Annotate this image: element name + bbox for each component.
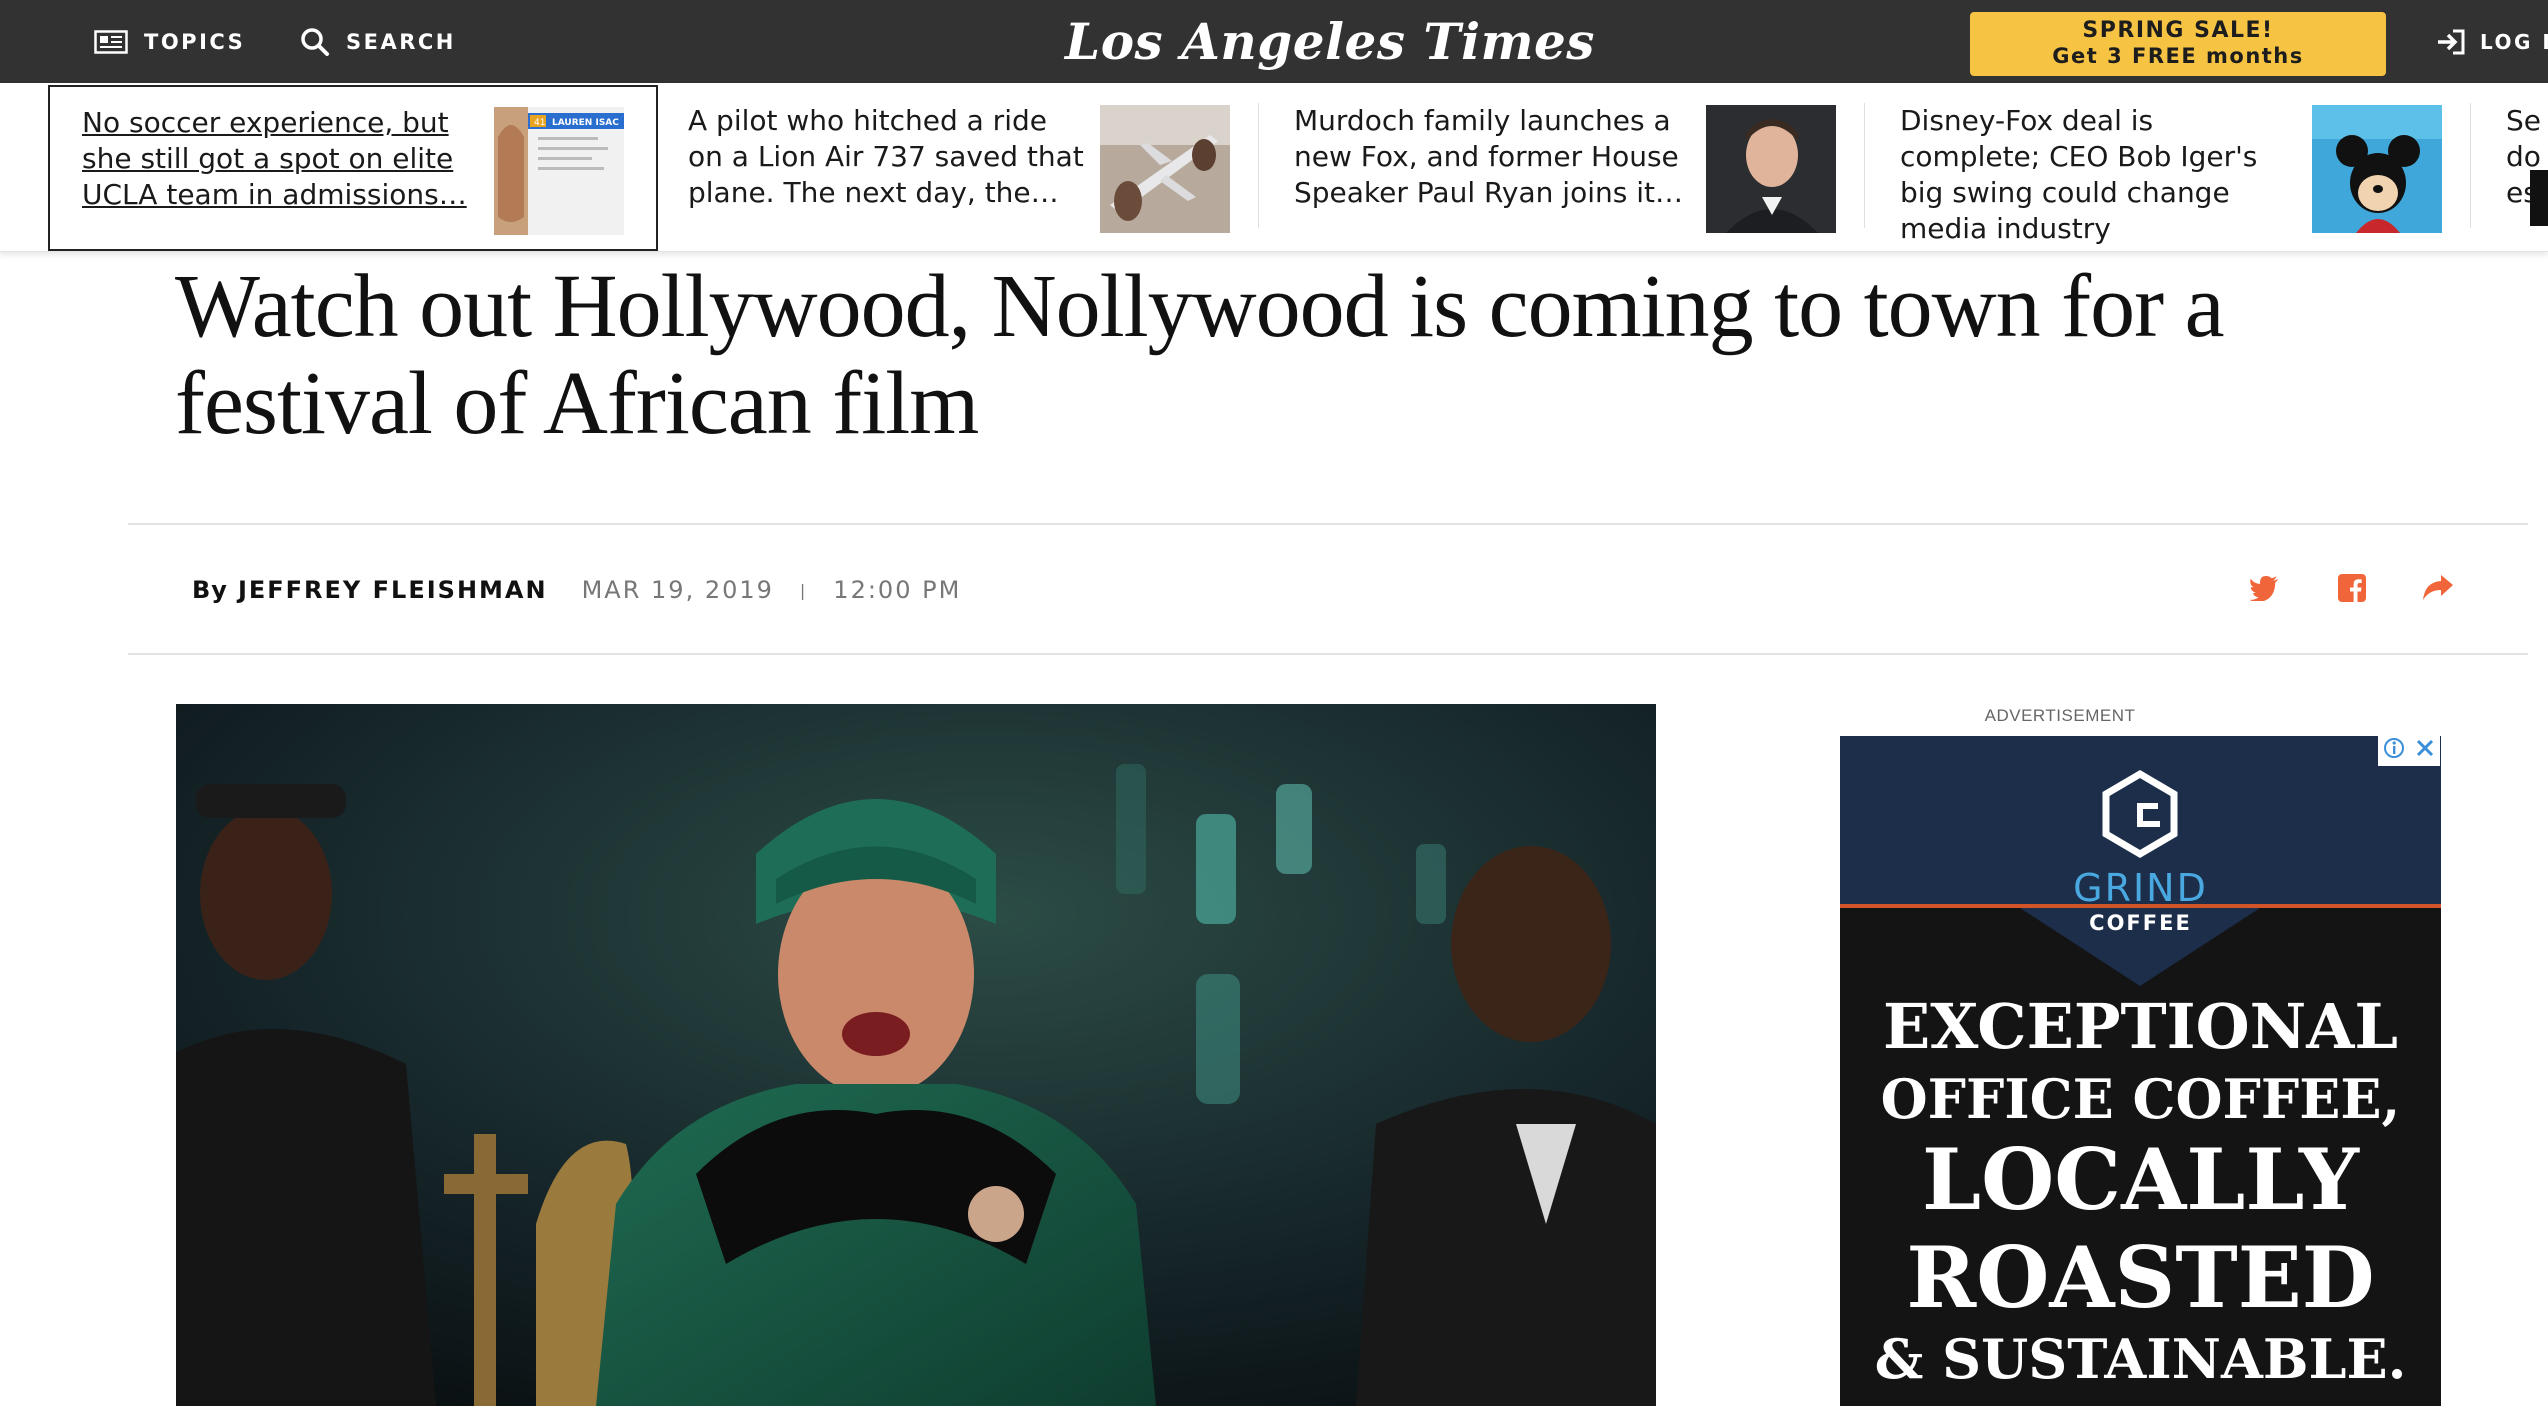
spring-sale-button[interactable]: SPRING SALE! Get 3 FREE months [1970,12,2386,76]
ad-brand-subtitle: COFFEE [2089,911,2192,935]
strip-item-text: A pilot who hitched a ride on a Lion Air… [688,104,1084,209]
close-icon[interactable] [2415,738,2435,764]
coffee-advertisement[interactable]: GRIND COFFEE EXCEPTIONAL OFFICE COFFEE, … [1840,736,2441,1406]
ad-line: ROASTED [1906,1228,2375,1327]
byline: By JEFFREY FLEISHMAN MAR 19, 2019 | 12:0… [192,570,961,610]
ad-line: EXCEPTIONAL [1882,990,2398,1063]
login-button[interactable]: LOG IN [2436,0,2548,83]
masthead-logo[interactable]: Los Angeles Times [1000,6,1660,76]
login-label: LOG IN [2480,29,2548,54]
publish-time: 12:00 PM [833,576,962,604]
strip-item-text: Disney-Fox deal is complete; CEO Bob Ige… [1900,104,2258,245]
thumb-number: 41 [534,118,545,128]
twitter-icon [2249,575,2279,606]
publish-date: MAR 19, 2019 [581,576,774,604]
strip-item-text: No soccer experience, but she still got … [82,106,467,211]
newspaper-icon [94,29,128,54]
carousel-next-arrow[interactable] [2530,170,2548,226]
mickey-mouse-image [2312,105,2442,233]
strip-item[interactable]: Murdoch family launches a new Fox, and f… [1262,85,1862,247]
byline-separator: | [799,580,808,600]
application-form-image: 41 LAUREN ISAC [494,107,624,235]
advertisement-label: ADVERTISEMENT [1984,706,2136,725]
divider [1258,103,1259,228]
topics-label: TOPICS [144,29,246,54]
divider [128,523,2528,525]
ad-brand-name: GRIND [2073,866,2208,910]
promo-title: SPRING SALE! [2082,18,2274,43]
ad-line: OFFICE COFFEE, [1880,1067,2401,1131]
thumb-caption: LAUREN ISAC [552,118,619,128]
promo-subtitle: Get 3 FREE months [2052,44,2304,68]
search-label: SEARCH [346,29,456,54]
airplane-model-image [1100,105,1230,233]
headline-carousel: No soccer experience, but she still got … [0,83,2548,252]
divider [1864,103,1865,228]
facebook-share-button[interactable] [2332,570,2372,610]
ad-line: & SUSTAINABLE. [1874,1327,2407,1391]
ad-choices-close[interactable] [2378,736,2440,766]
facebook-icon [2338,573,2366,607]
login-icon [2436,29,2466,55]
strip-item[interactable]: No soccer experience, but she still got … [48,85,658,251]
ad-copy: EXCEPTIONAL OFFICE COFFEE, LOCALLY ROAST… [1840,990,2441,1391]
strip-item[interactable]: A pilot who hitched a ride on a Lion Air… [656,85,1256,247]
strip-item-text: Murdoch family launches a new Fox, and f… [1294,104,1683,209]
ad-line: LOCALLY [1922,1130,2359,1229]
share-button[interactable] [2418,570,2458,610]
divider [128,653,2528,655]
article-headline: Watch out Hollywood, Nollywood is coming… [175,257,2225,453]
info-icon[interactable] [2383,737,2405,765]
twitter-share-button[interactable] [2244,570,2284,610]
strip-item[interactable]: Disney-Fox deal is complete; CEO Bob Ige… [1868,85,2468,247]
share-arrow-icon [2422,574,2454,606]
search-button[interactable]: SEARCH [300,0,456,83]
author-name[interactable]: JEFFREY FLEISHMAN [238,576,548,604]
byline-prefix: By [192,576,228,604]
divider [2470,103,2471,228]
search-icon [300,27,330,57]
top-navigation-bar: TOPICS SEARCH Los Angeles Times SPRING S… [0,0,2548,83]
article-hero-image[interactable] [176,704,1656,1406]
topics-menu[interactable]: TOPICS [94,0,245,83]
paul-ryan-portrait [1706,105,1836,233]
